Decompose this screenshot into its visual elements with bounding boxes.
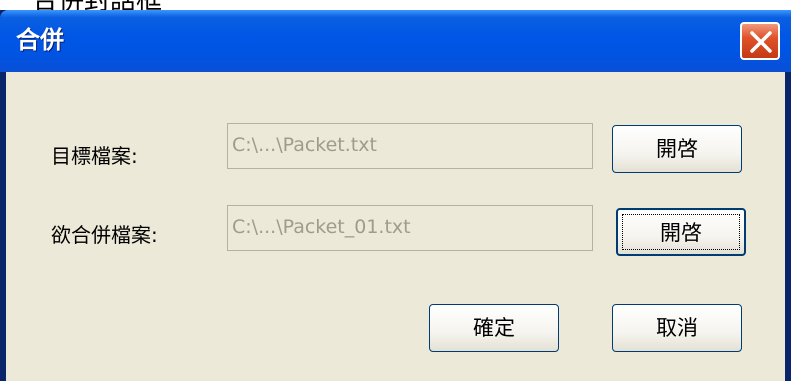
open-merge-file-button[interactable]: 開啓 (616, 208, 746, 256)
target-file-label: 目標檔案: (51, 144, 138, 168)
open-target-file-button[interactable]: 開啓 (612, 125, 742, 173)
ok-button[interactable]: 確定 (429, 304, 559, 352)
open-target-file-label: 開啓 (656, 137, 698, 161)
merge-file-label: 欲合併檔案: (51, 223, 158, 247)
ok-label: 確定 (473, 316, 515, 340)
close-x-icon (750, 31, 772, 53)
dialog-body: 目標檔案: C:\...\Packet.txt 開啓 欲合併檔案: C:\...… (6, 72, 785, 381)
open-merge-file-label: 開啓 (660, 221, 702, 245)
merge-file-field[interactable]: C:\...\Packet_01.txt (227, 205, 593, 251)
cancel-label: 取消 (656, 316, 698, 340)
title-bar[interactable]: 合併 (0, 10, 791, 72)
dialog-title: 合併 (16, 26, 64, 54)
target-file-field[interactable]: C:\...\Packet.txt (227, 123, 593, 169)
close-button[interactable] (740, 22, 780, 60)
merge-dialog: 合併 目標檔案: C:\...\Packet.txt 開啓 欲合併檔案: C:\… (0, 10, 791, 381)
cancel-button[interactable]: 取消 (612, 304, 742, 352)
